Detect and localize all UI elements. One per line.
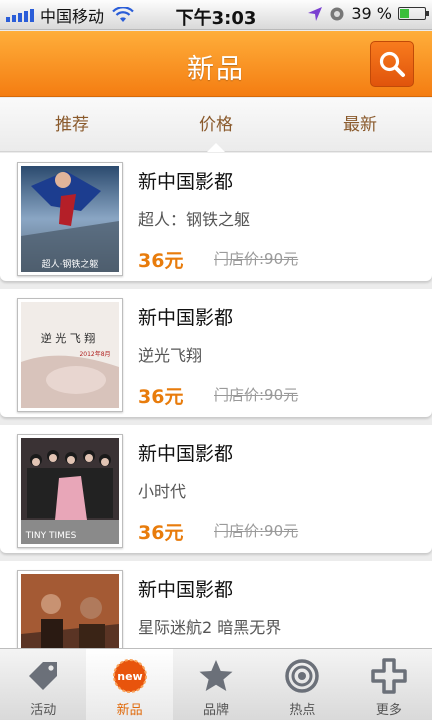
original-price: 门店价:90元 <box>214 386 299 404</box>
star-icon <box>199 660 233 691</box>
movie-poster: 逆 光 飞 翔 2012年8月 <box>17 298 123 412</box>
movie-poster: TINY TIMES <box>17 434 123 548</box>
movie-poster <box>17 570 123 648</box>
tab-more[interactable]: 更多 <box>346 649 432 720</box>
movie-title: 星际迷航2 暗黑无界 <box>138 618 282 637</box>
tab-price[interactable]: 价格 <box>144 98 288 152</box>
movie-title: 超人：钢铁之躯 <box>138 210 251 229</box>
movie-title: 逆光飞翔 <box>138 346 203 365</box>
location-icon <box>308 6 323 21</box>
battery-percent: 39 % <box>351 4 392 23</box>
venue-name: 新中国影都 <box>138 171 234 193</box>
poster-title: 超人·钢铁之躯 <box>42 258 99 270</box>
tab-label: 活动 <box>30 703 57 718</box>
deal-list: 超人·钢铁之躯 新中国影都 超人：钢铁之躯 36元 门店价:90元 逆 光 飞 … <box>0 153 432 648</box>
search-icon <box>379 51 405 77</box>
bottom-tab-bar: 活动 new 新品 品牌 热点 更多 <box>0 648 432 720</box>
new-badge-icon: new <box>112 659 147 693</box>
list-item[interactable]: TINY TIMES 新中国影都 小时代 36元 门店价:90元 <box>0 425 432 553</box>
venue-name: 新中国影都 <box>138 579 234 601</box>
tab-brands[interactable]: 品牌 <box>173 649 259 720</box>
poster-date: 2012年8月 <box>79 350 110 358</box>
deal-price: 36元 <box>138 250 184 272</box>
alarm-lock-icon <box>330 7 344 20</box>
deal-price: 36元 <box>138 522 184 544</box>
movie-title: 小时代 <box>138 482 187 501</box>
plus-icon <box>371 658 407 694</box>
tag-icon <box>29 662 58 690</box>
original-price: 门店价:90元 <box>214 250 299 268</box>
nav-header: 新品 <box>0 31 432 97</box>
tab-recommend[interactable]: 推荐 <box>0 98 144 151</box>
tab-label: 更多 <box>375 703 402 718</box>
battery-icon <box>398 7 429 20</box>
venue-name: 新中国影都 <box>138 307 234 329</box>
list-item[interactable]: 超人·钢铁之躯 新中国影都 超人：钢铁之躯 36元 门店价:90元 <box>0 153 432 281</box>
tab-new[interactable]: new 新品 <box>86 649 173 720</box>
tab-activities[interactable]: 活动 <box>0 649 86 720</box>
tab-label: 热点 <box>289 703 316 718</box>
status-bar: 中国移动 下午3:03 39 % <box>0 0 432 30</box>
poster-title: 逆 光 飞 翔 <box>41 331 96 345</box>
new-badge-text: new <box>117 670 142 683</box>
list-item[interactable]: 新中国影都 星际迷航2 暗黑无界 <box>0 561 432 648</box>
venue-name: 新中国影都 <box>138 443 234 465</box>
list-item[interactable]: 逆 光 飞 翔 2012年8月 新中国影都 逆光飞翔 36元 门店价:90元 <box>0 289 432 417</box>
deal-price: 36元 <box>138 386 184 408</box>
page-title: 新品 <box>187 54 245 85</box>
tab-newest[interactable]: 最新 <box>288 98 432 151</box>
target-icon <box>285 659 320 693</box>
search-button[interactable] <box>370 41 414 87</box>
tab-hot[interactable]: 热点 <box>259 649 345 720</box>
poster-title: TINY TIMES <box>25 531 77 541</box>
original-price: 门店价:90元 <box>214 522 299 540</box>
tab-label: 品牌 <box>203 703 230 718</box>
sort-tabs: 推荐 价格 最新 <box>0 98 432 152</box>
tab-label: 新品 <box>116 703 143 718</box>
movie-poster: 超人·钢铁之躯 <box>17 162 123 276</box>
